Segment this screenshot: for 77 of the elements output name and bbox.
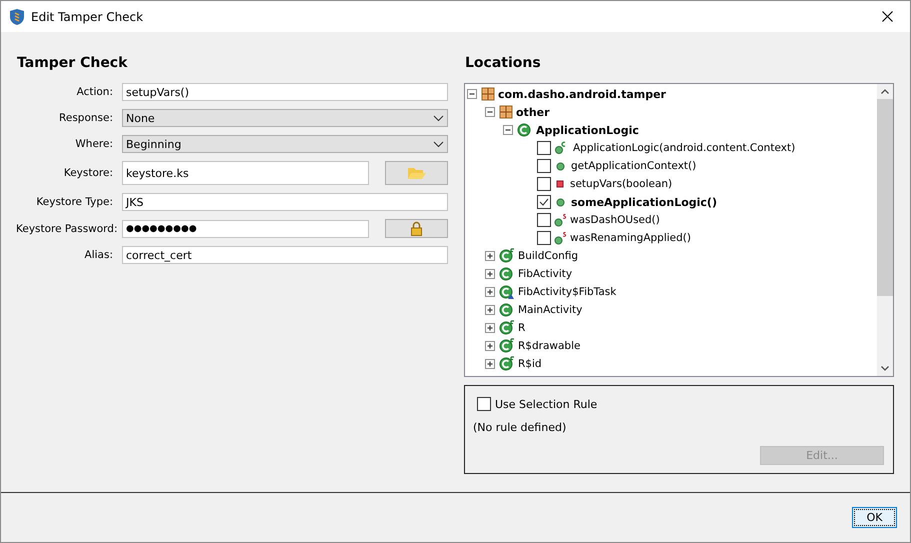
window-title: Edit Tamper Check xyxy=(31,10,144,24)
dropdown[interactable]: None xyxy=(122,109,448,127)
field-label: Where: xyxy=(74,138,113,150)
square-icon xyxy=(556,180,564,188)
class-icon xyxy=(499,320,515,336)
dot-icon xyxy=(556,162,565,170)
close-icon xyxy=(882,11,892,22)
input-field[interactable]: setupVars() xyxy=(122,83,448,101)
section-heading: Locations xyxy=(465,55,542,72)
class-icon xyxy=(499,302,515,318)
chevron-down-icon xyxy=(433,114,444,122)
field-label: Response: xyxy=(58,112,113,124)
class-icon xyxy=(499,266,515,282)
tree-item[interactable]: FibActivity xyxy=(518,268,572,280)
tree-item[interactable]: wasDashOUsed() xyxy=(570,214,660,226)
collapse-icon[interactable] xyxy=(485,106,496,118)
tree-item[interactable]: getApplicationContext() xyxy=(571,160,696,172)
expand-icon[interactable] xyxy=(485,268,496,280)
class-icon xyxy=(499,338,515,354)
dot-icon xyxy=(554,214,567,226)
dot-icon xyxy=(554,232,567,244)
folder-icon xyxy=(406,166,426,180)
input-field[interactable]: keystore.ks xyxy=(122,161,369,185)
checkbox-label: Use Selection Rule xyxy=(495,398,598,410)
field-label: Action: xyxy=(76,86,113,98)
tree-item[interactable]: MainActivity xyxy=(518,304,582,316)
checkbox[interactable] xyxy=(537,213,551,227)
shield-icon xyxy=(9,8,25,26)
checkbox[interactable] xyxy=(537,159,551,173)
rule-status: (No rule defined) xyxy=(473,421,568,434)
tree-item[interactable]: BuildConfig xyxy=(518,250,578,262)
collapse-icon[interactable] xyxy=(467,88,478,100)
expand-icon[interactable] xyxy=(485,340,496,352)
checkbox[interactable] xyxy=(537,195,551,209)
checkbox[interactable] xyxy=(477,397,491,411)
package-icon xyxy=(499,105,513,119)
ok-button[interactable]: OK xyxy=(852,507,897,528)
checkbox[interactable] xyxy=(537,141,551,155)
tree-item[interactable]: FibActivity$FibTask xyxy=(518,286,616,298)
tree-item[interactable]: wasRenamingApplied() xyxy=(570,232,691,244)
class-icon xyxy=(499,248,515,264)
input-field[interactable]: correct_cert xyxy=(122,246,448,264)
section-heading: Tamper Check xyxy=(17,55,128,72)
expand-icon[interactable] xyxy=(485,358,496,370)
tree-item[interactable]: com.dasho.android.tamper xyxy=(498,88,666,100)
expand-icon[interactable] xyxy=(485,286,496,298)
tree-item[interactable]: setupVars(boolean) xyxy=(570,178,672,190)
tree-item[interactable]: ApplicationLogic(android.content.Context) xyxy=(573,142,796,154)
checkbox[interactable] xyxy=(537,177,551,191)
class-icon xyxy=(499,284,515,300)
tree-item[interactable]: R$drawable xyxy=(518,340,580,352)
tree-item[interactable]: other xyxy=(516,106,550,118)
input-field[interactable]: JKS xyxy=(122,193,448,211)
password-field[interactable]: ●●●●●●●●● xyxy=(122,220,369,238)
scroll-down-icon[interactable] xyxy=(881,366,889,371)
field-label: Keystore Type: xyxy=(35,196,113,208)
checkbox[interactable] xyxy=(537,231,551,245)
scroll-up-icon[interactable] xyxy=(881,89,889,94)
class-icon xyxy=(499,356,515,372)
collapse-icon[interactable] xyxy=(503,124,514,136)
scrollbar[interactable] xyxy=(877,84,893,376)
field-label: Keystore: xyxy=(62,167,113,179)
expand-icon[interactable] xyxy=(485,250,496,262)
dot-icon xyxy=(556,198,565,206)
chevron-down-icon xyxy=(433,140,444,148)
tree-item[interactable]: someApplicationLogic() xyxy=(571,196,717,208)
field-label: Alias: xyxy=(84,249,113,261)
package-icon xyxy=(481,87,495,101)
lock-icon xyxy=(411,221,422,236)
tree-item[interactable]: ApplicationLogic xyxy=(536,124,639,136)
dropdown[interactable]: Beginning xyxy=(122,135,448,153)
tree-item[interactable]: R$id xyxy=(518,358,542,370)
expand-icon[interactable] xyxy=(485,322,496,334)
lock-button[interactable] xyxy=(385,219,448,238)
tree-item[interactable]: R xyxy=(518,322,526,334)
class-icon xyxy=(517,122,533,138)
expand-icon[interactable] xyxy=(485,304,496,316)
